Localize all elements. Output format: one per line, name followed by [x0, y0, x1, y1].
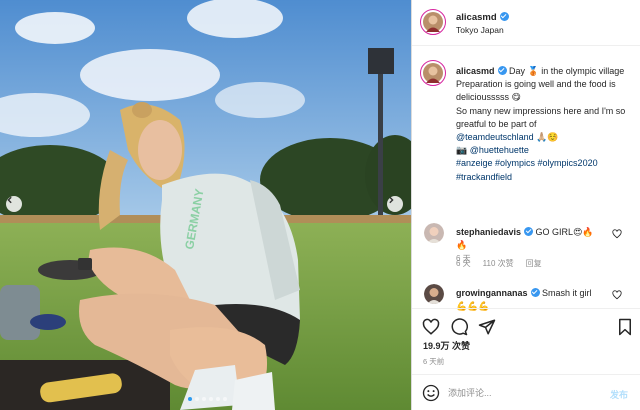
hashtags-line-1[interactable]: #anzeige #olympics #olympics2020 — [456, 158, 598, 168]
carousel-dot — [195, 397, 199, 401]
post-photo[interactable]: GERMANY — [0, 0, 411, 410]
caption-line-1: Day 🥉 in the olympic village — [509, 66, 625, 76]
emoji-icon[interactable] — [422, 384, 440, 402]
comment-like-heart-icon[interactable] — [612, 229, 622, 239]
carousel-dot — [223, 397, 227, 401]
next-slide-button[interactable] — [387, 196, 403, 212]
comment-username[interactable]: growingannanas — [456, 288, 528, 298]
author-avatar[interactable] — [420, 9, 446, 35]
bookmark-icon[interactable] — [616, 318, 634, 336]
photo-image: GERMANY — [0, 0, 411, 410]
post-date: 6 天前 — [423, 357, 445, 366]
comment-text: stephaniedavis GO GIRL😍🔥 🔥 — [456, 226, 616, 252]
caption-line-3: So many new impressions here and I'm so … — [456, 105, 626, 129]
prev-slide-button[interactable] — [6, 196, 22, 212]
post-header: alicasmd Tokyo Japan — [412, 0, 640, 46]
post-actions-bar — [412, 308, 640, 336]
comment-reply-button[interactable]: 回复 — [526, 258, 542, 269]
add-comment-bar: 发布 — [412, 374, 640, 410]
comment-body: GO GIRL😍🔥 — [535, 227, 594, 237]
comment-icon[interactable] — [450, 318, 468, 336]
share-icon[interactable] — [478, 318, 496, 336]
carousel-dot — [188, 397, 192, 401]
chevron-left-icon — [7, 196, 12, 204]
avatar-image — [422, 62, 443, 83]
caption-author-avatar[interactable] — [420, 60, 446, 86]
caption-text: alicasmd Day 🥉 in the olympic village Pr… — [456, 65, 640, 184]
camera-emoji: 📷 — [456, 145, 468, 156]
mention-huettehuette[interactable]: @huettehuette — [470, 145, 529, 155]
comment-username[interactable]: stephaniedavis — [456, 227, 521, 237]
verified-badge-icon — [499, 12, 509, 21]
comment-time: 6 天 — [456, 259, 471, 268]
avatar-image — [424, 223, 444, 243]
avatar-image — [424, 284, 444, 304]
author-username[interactable]: alicasmd — [456, 12, 509, 23]
post-comment-button[interactable]: 发布 — [610, 388, 628, 401]
caption-line-2: Preparation is going well and the food i… — [456, 79, 616, 103]
carousel-dot — [216, 397, 220, 401]
comment-body: Smash it girl — [542, 288, 592, 298]
commenter-avatar[interactable] — [424, 284, 444, 304]
post-location[interactable]: Tokyo Japan — [456, 25, 504, 35]
like-heart-icon[interactable] — [422, 318, 440, 336]
comment-likes[interactable]: 110 次赞 — [483, 258, 514, 269]
comment-meta: 6 天 110 次赞 回复 — [456, 258, 542, 269]
comment-like-heart-icon[interactable] — [612, 290, 622, 300]
post-side-panel: alicasmd Tokyo Japan alicasmd Day 🥉 in t… — [411, 0, 640, 410]
commenter-avatar[interactable] — [424, 223, 444, 243]
mention-teamdeutschland[interactable]: @teamdeutschland — [456, 132, 534, 142]
verified-badge-icon — [530, 288, 540, 297]
caption-author[interactable]: alicasmd — [456, 66, 495, 76]
mention-suffix: 🙏🏼☺️ — [533, 132, 559, 143]
avatar-image — [422, 11, 443, 32]
author-username-text[interactable]: alicasmd — [456, 12, 497, 23]
likes-count[interactable]: 19.9万 次赞 — [423, 339, 470, 352]
carousel-dot — [209, 397, 213, 401]
carousel-indicator — [188, 397, 227, 401]
chevron-right-icon — [389, 196, 394, 204]
hashtags-line-2[interactable]: #trackandfield — [456, 172, 512, 182]
verified-badge-icon — [524, 227, 534, 236]
comment-input[interactable] — [448, 383, 598, 403]
carousel-dot — [202, 397, 206, 401]
verified-badge-icon — [497, 66, 507, 75]
comment-body-cont: 🔥 — [456, 240, 468, 250]
